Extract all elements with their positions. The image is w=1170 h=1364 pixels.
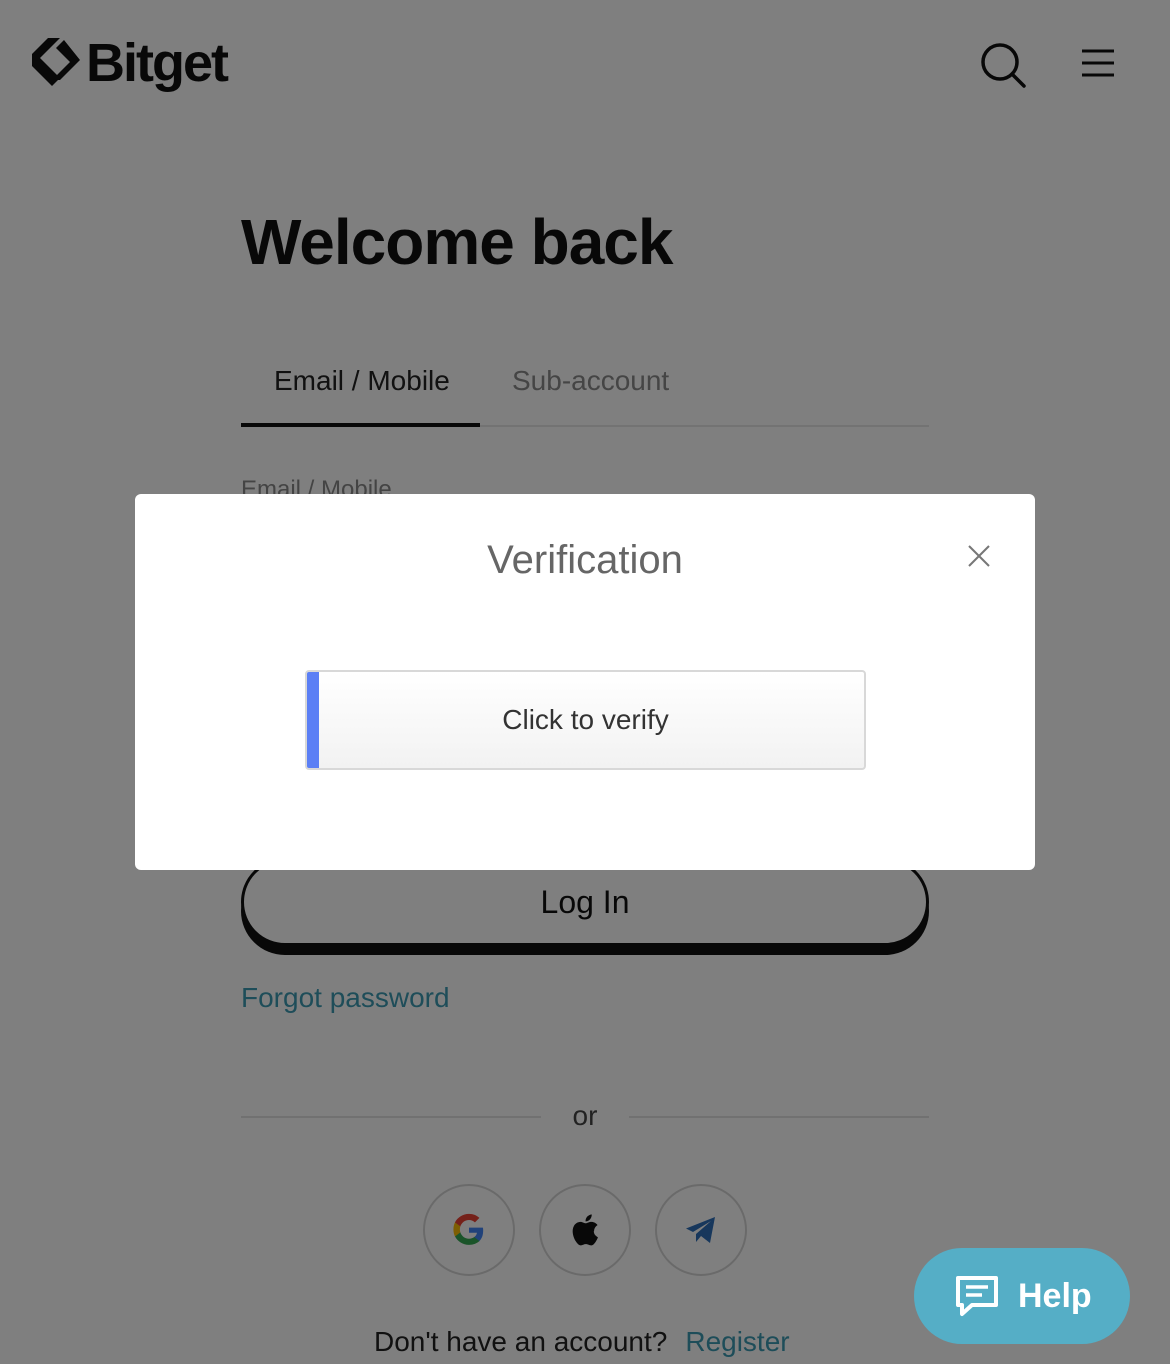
verify-label: Click to verify [502, 704, 669, 735]
click-to-verify-button[interactable]: Click to verify [305, 670, 866, 770]
close-icon[interactable] [965, 542, 993, 570]
help-label: Help [1018, 1276, 1092, 1315]
verification-modal: Verification Click to verify [135, 494, 1035, 870]
chat-icon [956, 1276, 998, 1316]
verify-accent-bar [307, 672, 319, 768]
help-button[interactable]: Help [914, 1248, 1130, 1344]
modal-title: Verification [487, 538, 683, 582]
login-page: Bitget Welcome back Email / Mobile Sub-a… [0, 0, 1170, 1364]
